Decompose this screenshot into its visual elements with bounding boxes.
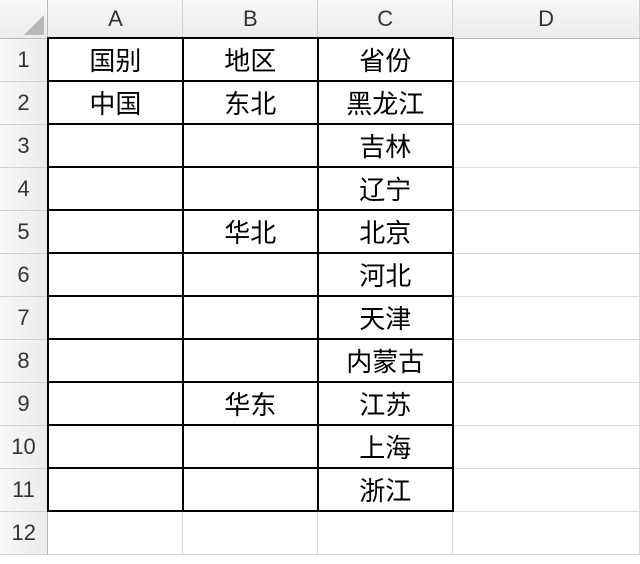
cell-b8[interactable] (183, 339, 318, 382)
row-header-2[interactable]: 2 (0, 81, 48, 124)
cell-c11[interactable]: 浙江 (318, 468, 453, 511)
table-row: 5 华北 北京 (0, 210, 640, 253)
table-row: 3 吉林 (0, 124, 640, 167)
cell-c9[interactable]: 江苏 (318, 382, 453, 425)
cell-a8[interactable] (48, 339, 183, 382)
cell-d5[interactable] (453, 210, 640, 253)
cell-c8[interactable]: 内蒙古 (318, 339, 453, 382)
cell-b9[interactable]: 华东 (183, 382, 318, 425)
cell-c7[interactable]: 天津 (318, 296, 453, 339)
cell-a5[interactable] (48, 210, 183, 253)
cell-c3[interactable]: 吉林 (318, 124, 453, 167)
cell-c12[interactable] (318, 511, 453, 554)
cell-c2[interactable]: 黑龙江 (318, 81, 453, 124)
row-header-11[interactable]: 11 (0, 468, 48, 511)
cell-b10[interactable] (183, 425, 318, 468)
cell-b11[interactable] (183, 468, 318, 511)
cell-b12[interactable] (183, 511, 318, 554)
table-row: 1 国别 地区 省份 (0, 38, 640, 81)
table-row: 2 中国 东北 黑龙江 (0, 81, 640, 124)
column-header-row: A B C D (0, 0, 640, 38)
cell-d11[interactable] (453, 468, 640, 511)
cell-d7[interactable] (453, 296, 640, 339)
column-header-c[interactable]: C (318, 0, 453, 38)
cell-b7[interactable] (183, 296, 318, 339)
cell-b6[interactable] (183, 253, 318, 296)
cell-d4[interactable] (453, 167, 640, 210)
cell-c1[interactable]: 省份 (318, 38, 453, 81)
cell-d9[interactable] (453, 382, 640, 425)
cell-b1[interactable]: 地区 (183, 38, 318, 81)
cell-c10[interactable]: 上海 (318, 425, 453, 468)
row-header-8[interactable]: 8 (0, 339, 48, 382)
cell-a3[interactable] (48, 124, 183, 167)
row-header-5[interactable]: 5 (0, 210, 48, 253)
column-header-b[interactable]: B (183, 0, 318, 38)
cell-c6[interactable]: 河北 (318, 253, 453, 296)
cell-a1[interactable]: 国别 (48, 38, 183, 81)
cell-a11[interactable] (48, 468, 183, 511)
cell-a10[interactable] (48, 425, 183, 468)
cell-d12[interactable] (453, 511, 640, 554)
row-header-3[interactable]: 3 (0, 124, 48, 167)
cell-d2[interactable] (453, 81, 640, 124)
cell-a9[interactable] (48, 382, 183, 425)
row-header-9[interactable]: 9 (0, 382, 48, 425)
row-header-10[interactable]: 10 (0, 425, 48, 468)
table-row: 12 (0, 511, 640, 554)
table-row: 9 华东 江苏 (0, 382, 640, 425)
cell-d8[interactable] (453, 339, 640, 382)
cell-d6[interactable] (453, 253, 640, 296)
column-header-a[interactable]: A (48, 0, 183, 38)
cell-c5[interactable]: 北京 (318, 210, 453, 253)
cell-b4[interactable] (183, 167, 318, 210)
cell-b2[interactable]: 东北 (183, 81, 318, 124)
table-row: 8 内蒙古 (0, 339, 640, 382)
table-row: 6 河北 (0, 253, 640, 296)
cell-d3[interactable] (453, 124, 640, 167)
table-row: 10 上海 (0, 425, 640, 468)
row-header-6[interactable]: 6 (0, 253, 48, 296)
cell-c4[interactable]: 辽宁 (318, 167, 453, 210)
cell-d1[interactable] (453, 38, 640, 81)
column-header-d[interactable]: D (453, 0, 640, 38)
cell-b5[interactable]: 华北 (183, 210, 318, 253)
row-header-4[interactable]: 4 (0, 167, 48, 210)
table-row: 4 辽宁 (0, 167, 640, 210)
row-header-12[interactable]: 12 (0, 511, 48, 554)
table-row: 11 浙江 (0, 468, 640, 511)
cell-b3[interactable] (183, 124, 318, 167)
cell-d10[interactable] (453, 425, 640, 468)
cell-a4[interactable] (48, 167, 183, 210)
cell-a2[interactable]: 中国 (48, 81, 183, 124)
row-header-1[interactable]: 1 (0, 38, 48, 81)
cell-a7[interactable] (48, 296, 183, 339)
spreadsheet-grid: A B C D 1 国别 地区 省份 2 中国 东北 黑龙江 3 吉林 4 辽宁… (0, 0, 640, 555)
cell-a6[interactable] (48, 253, 183, 296)
cell-a12[interactable] (48, 511, 183, 554)
table-row: 7 天津 (0, 296, 640, 339)
row-header-7[interactable]: 7 (0, 296, 48, 339)
select-all-corner[interactable] (0, 0, 48, 38)
